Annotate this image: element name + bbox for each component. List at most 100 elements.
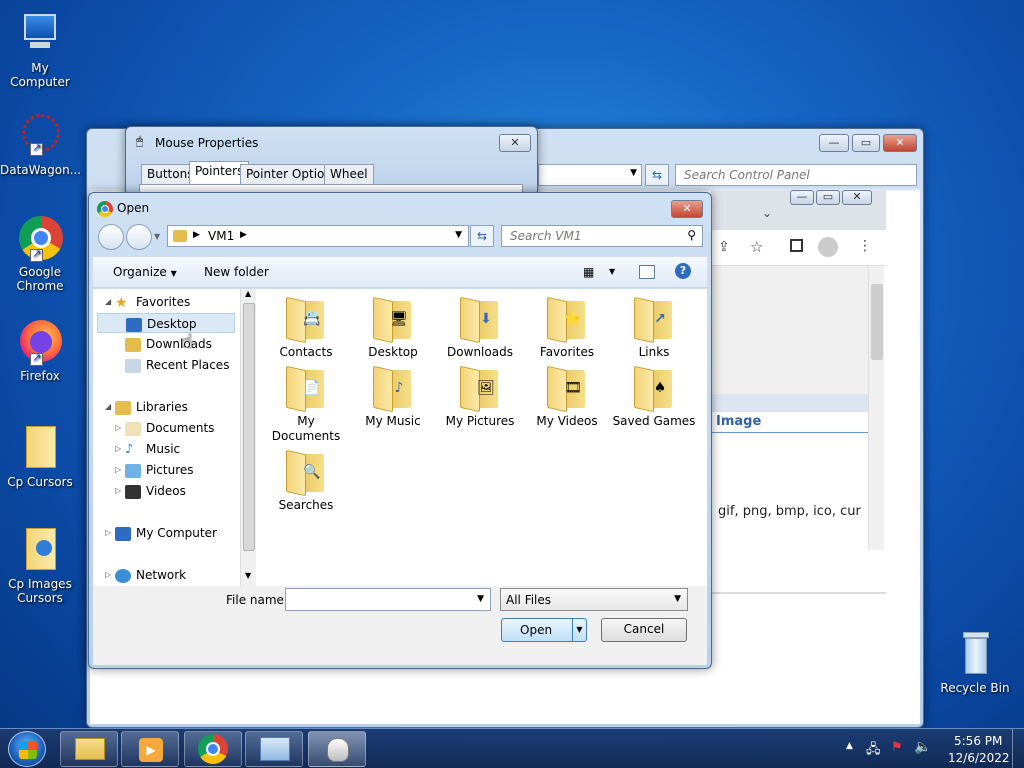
show-hidden-icons[interactable]: ▲: [846, 741, 853, 751]
close-button[interactable]: ✕: [842, 190, 872, 205]
scrollbar[interactable]: ▲ ▼: [240, 289, 256, 586]
desktop-icon-my-computer[interactable]: My Computer: [0, 10, 80, 89]
back-button[interactable]: [98, 224, 124, 250]
nav-videos[interactable]: Videos: [125, 481, 186, 501]
nav-favorites[interactable]: ★ Favorites: [115, 292, 190, 312]
nav-my-computer[interactable]: My Computer: [115, 523, 217, 543]
side-panel-icon[interactable]: [790, 239, 803, 252]
new-folder-button[interactable]: New folder: [204, 265, 269, 279]
view-icon[interactable]: ▦: [583, 265, 594, 279]
expand-arrow-icon[interactable]: ▷: [105, 528, 111, 537]
file-item-searches[interactable]: 🔍 Searches: [264, 448, 348, 513]
open-file-dialog[interactable]: Open ✕ ▼ ▶ VM1 ▶ ▼ ⇆ Search VM1 ⚲ Organi…: [88, 192, 712, 669]
close-button[interactable]: ✕: [671, 200, 703, 218]
navigation-pane[interactable]: ◢ ★ Favorites Desktop Downloads Recent Pl…: [93, 289, 256, 586]
file-name-input[interactable]: ▼: [285, 588, 491, 611]
start-button[interactable]: [8, 731, 46, 767]
browser-window[interactable]: ⌄ — ▭ ✕ ⇪ ☆ ⋮ Image gif, png, bmp, ico, …: [711, 190, 886, 594]
file-item-desktop[interactable]: 🖥 Desktop: [351, 295, 435, 360]
cancel-button[interactable]: Cancel: [601, 618, 687, 642]
close-button[interactable]: ✕: [883, 134, 917, 152]
file-list[interactable]: 📇 Contacts 🖥 Desktop ⬇ Downloads ⭐ Favor…: [256, 289, 707, 586]
expand-arrow-icon[interactable]: ▷: [105, 570, 111, 579]
chevron-down-icon[interactable]: ⌄: [762, 206, 772, 220]
refresh-button[interactable]: ⇆: [645, 164, 669, 186]
file-item-my-videos[interactable]: 🎞 My Videos: [525, 364, 609, 429]
taskbar-media-player-button[interactable]: ▶: [121, 731, 179, 767]
file-item-saved-games[interactable]: ♠ Saved Games: [612, 364, 696, 429]
desktop-icon-datawagon[interactable]: DataWagon...: [0, 112, 81, 177]
nav-pictures[interactable]: Pictures: [125, 460, 194, 480]
desktop-icon-firefox[interactable]: Firefox: [0, 318, 80, 383]
expand-arrow-icon[interactable]: ▷: [115, 444, 121, 453]
scroll-down-icon[interactable]: ▼: [245, 571, 251, 580]
expand-arrow-icon[interactable]: ▷: [115, 465, 121, 474]
scrollbar[interactable]: [868, 266, 884, 550]
address-bar[interactable]: ▶ VM1 ▶ ▼: [167, 225, 469, 247]
minimize-button[interactable]: —: [790, 190, 814, 205]
maximize-button[interactable]: ▭: [816, 190, 840, 205]
clock-date[interactable]: 12/6/2022: [948, 751, 1010, 765]
share-icon[interactable]: ⇪: [718, 239, 730, 255]
maximize-button[interactable]: ▭: [852, 134, 880, 152]
file-item-links[interactable]: ↗ Links: [612, 295, 696, 360]
file-label: Searches: [278, 498, 334, 512]
action-center-icon[interactable]: ⚑: [891, 740, 903, 755]
saved-games-icon: ♠: [653, 380, 667, 396]
star-icon[interactable]: ☆: [750, 238, 763, 256]
file-item-my-music[interactable]: ♪ My Music: [351, 364, 435, 429]
address-bar[interactable]: ▼: [538, 164, 642, 186]
chevron-down-icon[interactable]: ▼: [609, 267, 615, 276]
nav-music[interactable]: ♪ Music: [125, 439, 180, 459]
clock-time[interactable]: 5:56 PM: [954, 734, 1002, 748]
desktop-icon-recycle-bin[interactable]: Recycle Bin: [935, 630, 1015, 695]
volume-icon[interactable]: 🔈: [914, 739, 931, 755]
network-icon[interactable]: 🖧: [866, 740, 881, 762]
desktop-icon-cp-images-cursors[interactable]: Cp Images Cursors: [0, 526, 80, 605]
file-item-downloads[interactable]: ⬇ Downloads: [438, 295, 522, 360]
show-desktop-button[interactable]: [1012, 729, 1024, 768]
open-button[interactable]: Open ▼: [501, 618, 587, 642]
chevron-down-icon[interactable]: ▼: [455, 230, 462, 240]
collapse-arrow-icon[interactable]: ◢: [105, 297, 111, 306]
file-item-contacts[interactable]: 📇 Contacts: [264, 295, 348, 360]
help-icon[interactable]: ?: [675, 263, 691, 279]
close-button[interactable]: ✕: [499, 134, 531, 152]
file-item-my-pictures[interactable]: 🖼 My Pictures: [438, 364, 522, 429]
desktop-icon-chrome[interactable]: Google Chrome: [0, 214, 80, 293]
collapse-arrow-icon[interactable]: ◢: [105, 402, 111, 411]
taskbar-mouse-button[interactable]: [308, 731, 366, 767]
minimize-button[interactable]: —: [819, 134, 849, 152]
organize-button[interactable]: Organize ▼: [113, 265, 177, 279]
profile-icon[interactable]: [818, 237, 838, 257]
tab-wheel[interactable]: Wheel: [324, 164, 374, 184]
file-item-favorites[interactable]: ⭐ Favorites: [525, 295, 609, 360]
file-item-my-documents[interactable]: 📄 My Documents: [264, 364, 348, 444]
refresh-button[interactable]: ⇆: [470, 225, 494, 247]
music-icon: ♪: [125, 441, 134, 457]
chevron-down-icon[interactable]: ▼: [154, 232, 160, 241]
forward-button[interactable]: [126, 224, 152, 250]
search-input[interactable]: Search Control Panel: [675, 164, 917, 186]
menu-icon[interactable]: ⋮: [858, 238, 872, 254]
breadcrumb[interactable]: VM1: [208, 229, 234, 243]
preview-pane-icon[interactable]: [639, 265, 655, 279]
desktop-icon-cp-cursors[interactable]: Cp Cursors: [0, 424, 80, 489]
nav-downloads[interactable]: Downloads: [125, 334, 212, 354]
taskbar-explorer-button[interactable]: [60, 731, 118, 767]
nav-recent-places[interactable]: Recent Places: [125, 355, 229, 375]
chevron-down-icon[interactable]: ▼: [572, 619, 586, 641]
file-type-select[interactable]: All Files ▼: [500, 588, 688, 611]
expand-arrow-icon[interactable]: ▷: [115, 486, 121, 495]
nav-desktop[interactable]: Desktop: [97, 313, 235, 333]
nav-libraries[interactable]: Libraries: [115, 397, 188, 417]
formats-text: gif, png, bmp, ico, cur: [718, 504, 861, 519]
scroll-up-icon[interactable]: ▲: [245, 289, 251, 298]
taskbar-chrome-button[interactable]: [184, 731, 242, 767]
chevron-down-icon[interactable]: ▼: [477, 594, 484, 604]
nav-documents[interactable]: Documents: [125, 418, 214, 438]
taskbar-control-panel-button[interactable]: [245, 731, 303, 767]
nav-network[interactable]: Network: [115, 565, 186, 585]
search-input[interactable]: Search VM1 ⚲: [501, 225, 703, 247]
expand-arrow-icon[interactable]: ▷: [115, 423, 121, 432]
